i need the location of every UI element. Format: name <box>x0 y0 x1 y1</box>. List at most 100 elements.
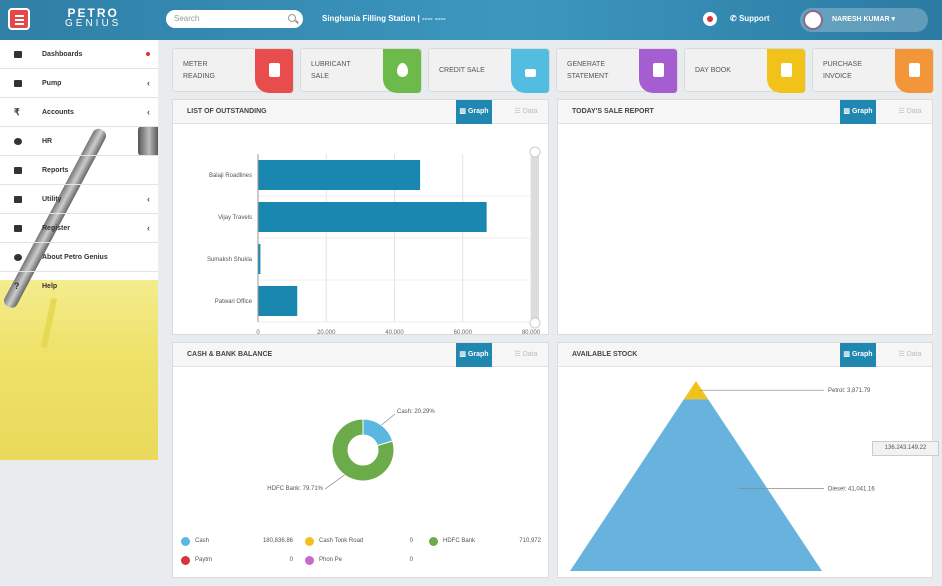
x-tick-label: 40,000 <box>385 330 404 334</box>
legend-label: Cash Tonk Road <box>319 538 364 544</box>
legend-swatch <box>181 537 190 546</box>
sidebar-item-about[interactable]: About Petro Genius <box>0 243 158 272</box>
sidebar-item-label: Help <box>42 283 58 290</box>
legend-label: Phon Pe <box>319 557 343 563</box>
slice-label: Cash: 20.29% <box>397 409 435 415</box>
chevron-left-icon: ‹ <box>147 223 150 233</box>
legend-item[interactable]: Paytm 0 <box>181 556 293 567</box>
credit-sale-button[interactable]: CREDIT SALE <box>428 48 550 93</box>
legend-swatch <box>181 556 190 565</box>
sidebar-item-help[interactable]: ? Help <box>0 272 158 301</box>
legend-label: Cash <box>195 538 210 544</box>
quick-label: LUBRICANT SALE <box>311 61 351 80</box>
menu-toggle-button[interactable] <box>8 8 30 30</box>
sidebar-item-label: Dashboards <box>42 51 83 58</box>
legend-value: 0 <box>409 538 413 544</box>
day-book-button[interactable]: DAY BOOK <box>684 48 806 93</box>
graph-tab-button[interactable]: ▥ Graph <box>456 343 492 367</box>
list-icon: ☰ <box>898 351 907 358</box>
sidebar-item-register[interactable]: Register ‹ <box>0 214 158 243</box>
sidebar-item-accounts[interactable]: ₹ Accounts ‹ <box>0 98 158 127</box>
data-tab-button[interactable]: ☰ Data <box>506 100 546 124</box>
chart-icon: ▥ <box>843 108 852 115</box>
meter-reading-button[interactable]: METER READING <box>172 48 294 93</box>
sidebar-item-pump[interactable]: Pump ‹ <box>0 69 158 98</box>
sidebar-item-utility[interactable]: Utility ‹ <box>0 185 158 214</box>
chart-icon: ▥ <box>459 108 468 115</box>
graph-tab-button[interactable]: ▥ Graph <box>840 100 876 124</box>
data-tab-button[interactable]: ☰ Data <box>506 343 546 367</box>
sidebar-bottom <box>0 460 158 586</box>
legend-value: 0 <box>409 557 413 563</box>
search-placeholder: Search <box>174 14 200 23</box>
sidebar-item-label: Reports <box>42 167 69 174</box>
sidebar-item-dashboards[interactable]: Dashboards <box>0 40 158 69</box>
quick-label: METER READING <box>183 61 215 80</box>
fuel-nozzle-illustration <box>0 280 158 460</box>
panel-header: TODAY'S SALE REPORT ▥ Graph ☰ Data <box>558 100 932 124</box>
label-connector <box>324 474 345 490</box>
panel-title: TODAY'S SALE REPORT <box>572 108 654 115</box>
chart-icon: ▥ <box>843 351 852 358</box>
x-tick-label: 20,000 <box>317 330 336 334</box>
register-icon <box>14 225 22 232</box>
support-link[interactable]: ✆ Support <box>730 14 770 23</box>
legend-value: 0 <box>289 557 293 563</box>
help-icon: ? <box>14 281 20 291</box>
legend-swatch <box>305 537 314 546</box>
panel-body <box>558 124 932 334</box>
legend-swatch <box>305 556 314 565</box>
chart-icon: ▥ <box>459 351 468 358</box>
quick-label: GENERATE STATEMENT <box>567 61 609 80</box>
sidebar-item-label: Register <box>42 225 71 232</box>
bar <box>258 160 421 190</box>
phone-icon: ✆ <box>730 14 739 23</box>
utility-icon <box>14 196 22 203</box>
graph-tab-button[interactable]: ▥ Graph <box>456 100 492 124</box>
data-tab-button[interactable]: ☰ Data <box>890 343 930 367</box>
top-header: PETRO GENIUS Search Singhania Filling St… <box>0 0 942 40</box>
quick-label: PURCHASE INVOICE <box>823 61 862 80</box>
support-label: Support <box>738 14 770 23</box>
legend-swatch <box>429 537 438 546</box>
legend-item[interactable]: Cash 180,836.86 <box>181 537 293 548</box>
panel-title: LIST OF OUTSTANDING <box>187 108 267 115</box>
list-icon: ☰ <box>514 351 523 358</box>
panel-title: CASH & BANK BALANCE <box>187 351 273 358</box>
legend-item[interactable]: HDFC Bank 710,972 <box>429 537 541 548</box>
list-icon: ☰ <box>898 108 907 115</box>
notification-icon[interactable] <box>703 12 717 26</box>
scrollbar <box>531 150 539 326</box>
search-icon[interactable] <box>288 14 296 22</box>
search-input[interactable]: Search <box>166 10 303 28</box>
x-tick-label: 0 <box>256 330 260 334</box>
data-tab-button[interactable]: ☰ Data <box>890 100 930 124</box>
generate-statement-button[interactable]: GENERATE STATEMENT <box>556 48 678 93</box>
user-menu[interactable]: NARESH KUMAR ▾ <box>800 8 928 32</box>
sidebar-item-hr[interactable]: HR <box>0 127 158 156</box>
y-category-label: Balaji Roadlines <box>209 173 252 179</box>
graph-tab-button[interactable]: ▥ Graph <box>840 343 876 367</box>
sidebar-item-label: Accounts <box>42 109 74 116</box>
panel-body: 0 20,000 40,000 60,000 80,000 Balaji Roadline… <box>173 124 548 334</box>
chevron-left-icon: ‹ <box>147 194 150 204</box>
active-dot <box>146 52 150 56</box>
purchase-invoice-button[interactable]: PURCHASE INVOICE <box>812 48 934 93</box>
legend-item[interactable]: Phon Pe 0 <box>305 556 413 567</box>
slice-label: HDFC Bank: 79.71% <box>267 486 323 492</box>
outstanding-panel: LIST OF OUTSTANDING ▥ Graph ☰ Data 0 20,0… <box>172 99 549 335</box>
panel-header: CASH & BANK BALANCE ▥ Graph ☰ Data <box>173 343 548 367</box>
lubricant-sale-button[interactable]: LUBRICANT SALE <box>300 48 422 93</box>
chevron-down-icon: ▾ <box>891 16 896 23</box>
list-icon: ☰ <box>514 108 523 115</box>
bar <box>258 286 298 316</box>
info-icon <box>14 254 22 261</box>
cash-bank-panel: CASH & BANK BALANCE ▥ Graph ☰ Data Cash:… <box>172 342 549 578</box>
app-logo[interactable]: PETRO GENIUS <box>65 7 121 29</box>
legend-value: 710,972 <box>519 538 541 544</box>
stock-pyramid-chart: Petrol: 3,871.79 Diesel: 41,041.16 <box>570 381 875 571</box>
segment-label: Petrol: 3,871.79 <box>828 388 871 394</box>
legend-item[interactable]: Cash Tonk Road 0 <box>305 537 413 548</box>
sidebar-item-reports[interactable]: Reports <box>0 156 158 185</box>
sidebar-item-label: HR <box>42 138 53 145</box>
